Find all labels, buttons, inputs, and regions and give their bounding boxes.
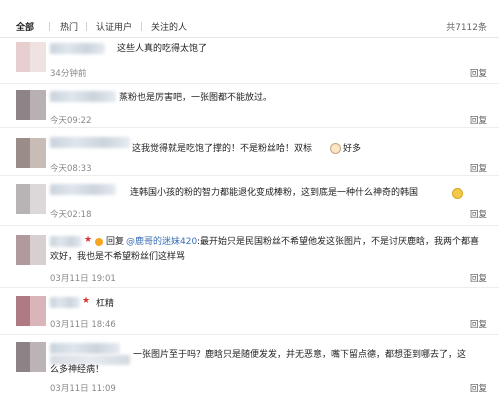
reply-button[interactable]: 回复 — [470, 382, 487, 394]
comment-item: 这些人真的吃得太饱了 34分钟前 回复 — [0, 40, 499, 84]
comment-item: 连韩国小孩的粉的智力都能退化变成棒粉，这到底是一种什么神奇的韩国 今天02:18… — [0, 181, 499, 226]
avatar[interactable] — [16, 296, 46, 326]
star-badge-icon: ★ — [82, 296, 91, 306]
comment-item: 一张图片至于吗？鹿晗只是随便发发，并无恶意，嘴下留点德，都想歪到哪去了，这 么多… — [0, 340, 499, 400]
username-blurred[interactable] — [50, 43, 105, 54]
comment-text-line2: 欢好，我也是不希望粉丝们这样骂 — [50, 252, 186, 262]
reply-button[interactable]: 回复 — [470, 67, 487, 79]
avatar[interactable] — [16, 90, 46, 120]
comment-text: 这我觉得就是吃饱了撑的！不是粉丝哈！双标 — [132, 144, 313, 154]
comment-item: 蒸粉也是厉害吧，一张图都不能放过。 今天09:22 回复 — [0, 88, 499, 128]
comment-time: 03月11日 19:01 — [50, 274, 116, 284]
face-emoji-icon — [330, 143, 341, 154]
comment-time: 今天02:18 — [50, 210, 92, 220]
comment-text: 蒸粉也是厉害吧，一张图都不能放过。 — [119, 93, 273, 103]
comment-text: 这些人真的吃得太饱了 — [117, 44, 208, 54]
reply-button[interactable]: 回复 — [470, 318, 487, 330]
comment-item: 这我觉得就是吃饱了撑的！不是粉丝哈！双标 好多 今天08:33 回复 — [0, 134, 499, 176]
comment-time: 今天08:33 — [50, 164, 92, 174]
tab-following[interactable]: 关注的人 — [151, 20, 187, 33]
tab-all[interactable]: 全部 — [16, 20, 34, 33]
comment-item: ★ 杠精 03月11日 18:46 回复 — [0, 294, 499, 335]
comment-item: ★ 回复 @鹿哥的迷妹420 :最开始只是民国粉丝不希望他发这张图片，不是讨厌鹿… — [0, 233, 499, 288]
comment-text-continued: 好多 — [343, 144, 362, 154]
username-blurred[interactable] — [50, 343, 120, 354]
tab-hot[interactable]: 热门 — [60, 20, 78, 33]
avatar[interactable] — [16, 42, 46, 72]
star-badge-icon: ★ — [84, 235, 93, 245]
tab-verified-users[interactable]: 认证用户 — [96, 20, 132, 33]
comment-time: 今天09:22 — [50, 116, 92, 126]
emoji-icon — [452, 188, 463, 199]
comment-time: 03月11日 18:46 — [50, 320, 116, 330]
comment-text: 连韩国小孩的粉的智力都能退化变成棒粉，这到底是一种什么神奇的韩国 — [130, 188, 419, 198]
username-blurred[interactable] — [50, 297, 80, 308]
username-blurred[interactable] — [50, 137, 130, 148]
verified-badge-icon — [95, 238, 103, 246]
tab-divider — [86, 22, 87, 31]
reply-button[interactable]: 回复 — [470, 272, 487, 284]
reply-prefix: 回复 — [106, 237, 125, 247]
username-blurred[interactable] — [50, 236, 82, 247]
comment-time: 03月11日 11:09 — [50, 384, 116, 394]
username-blurred[interactable] — [50, 91, 116, 102]
comment-text: 一张图片至于吗？鹿晗只是随便发发，并无恶意，嘴下留点德，都想歪到哪去了，这 — [133, 350, 467, 360]
comment-total-count: 共7112条 — [446, 23, 487, 33]
reply-button[interactable]: 回复 — [470, 162, 487, 174]
comment-text: 杠精 — [96, 299, 115, 309]
mention-link[interactable]: @鹿哥的迷妹420 — [126, 236, 197, 248]
tab-divider — [49, 22, 50, 31]
comment-time: 34分钟前 — [50, 69, 87, 79]
username-blurred[interactable] — [50, 184, 116, 195]
comment-text-line2: 么多神经病！ — [50, 365, 105, 375]
comment-text: :最开始只是民国粉丝不希望他发这张图片，不是讨厌鹿晗，我两个都喜 — [197, 237, 480, 247]
avatar[interactable] — [16, 138, 46, 168]
reply-button[interactable]: 回复 — [470, 114, 487, 126]
avatar[interactable] — [16, 235, 46, 265]
reply-button[interactable]: 回复 — [470, 208, 487, 220]
comment-filter-bar: 全部 热门 认证用户 关注的人 共7112条 — [0, 0, 499, 38]
avatar[interactable] — [16, 342, 46, 372]
tab-divider — [141, 22, 142, 31]
avatar[interactable] — [16, 184, 46, 214]
